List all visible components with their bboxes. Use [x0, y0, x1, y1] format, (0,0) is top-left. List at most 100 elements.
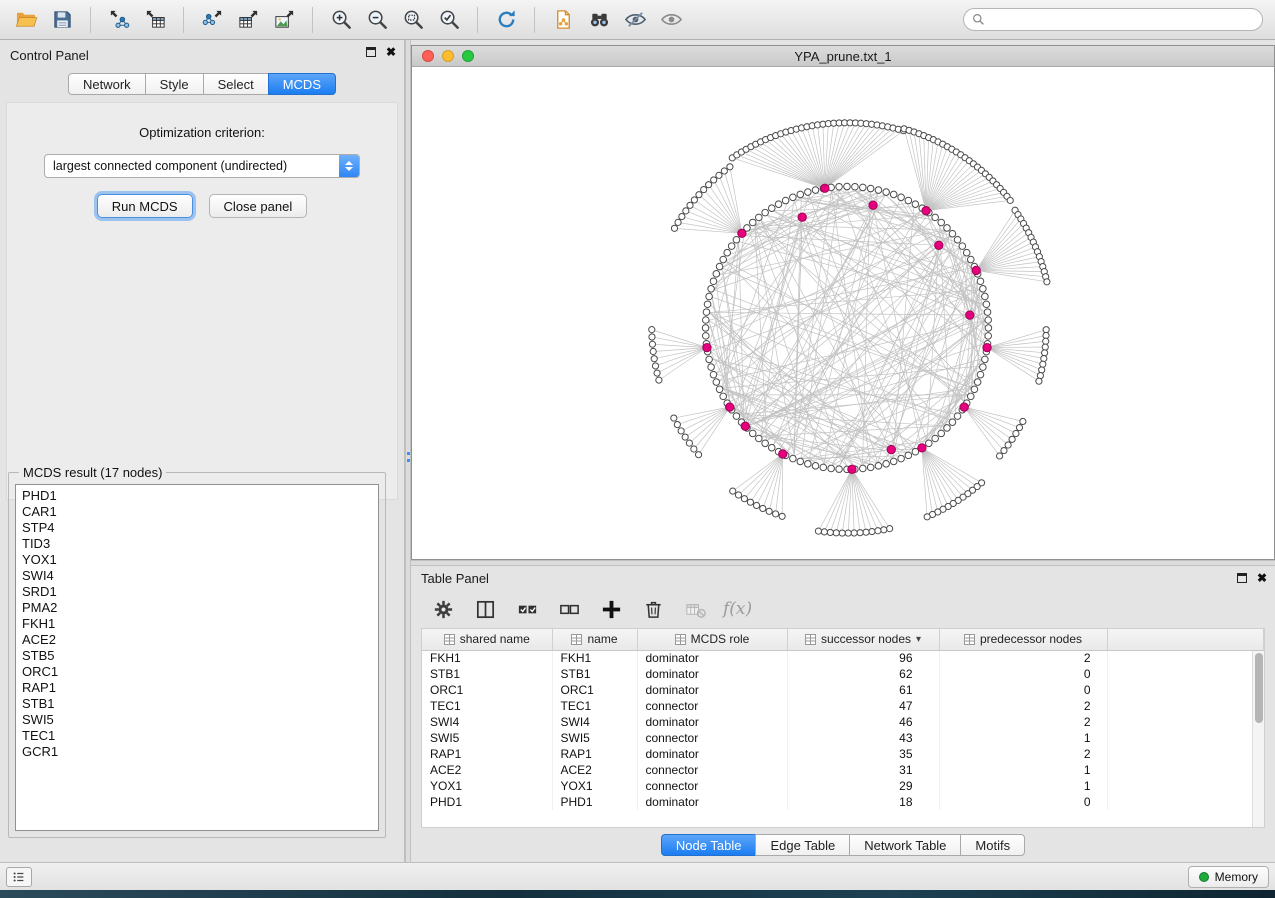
- refresh-view-button[interactable]: [488, 4, 524, 36]
- network-graph[interactable]: [412, 67, 1274, 559]
- export-image-button[interactable]: [266, 4, 302, 36]
- table-row[interactable]: TEC1TEC1connector472: [422, 698, 1264, 714]
- table-cell: 62: [787, 666, 939, 682]
- zoom-in-button[interactable]: [323, 4, 359, 36]
- table-row[interactable]: FKH1FKH1dominator962: [422, 650, 1264, 666]
- table-bottom-tabs: Node TableEdge TableNetwork TableMotifs: [411, 834, 1275, 856]
- table-cell: dominator: [637, 666, 787, 682]
- table-header-row: shared namenameMCDS rolesuccessor nodes▾…: [422, 629, 1264, 650]
- select-all-button[interactable]: [509, 593, 545, 625]
- mcds-result-item[interactable]: STP4: [22, 520, 372, 536]
- zoom-out-button[interactable]: [359, 4, 395, 36]
- network-window-titlebar[interactable]: YPA_prune.txt_1: [412, 46, 1274, 67]
- mcds-result-list[interactable]: PHD1CAR1STP4TID3YOX1SWI4SRD1PMA2FKH1ACE2…: [15, 484, 379, 831]
- function-builder-button[interactable]: f(x): [719, 599, 752, 619]
- add-row-button[interactable]: [593, 593, 629, 625]
- table-cell: 2: [939, 650, 1107, 666]
- open-file-button[interactable]: [8, 4, 44, 36]
- column-header-MCDS-role[interactable]: MCDS role: [637, 629, 787, 650]
- save-icon: [51, 8, 74, 31]
- export-table-button[interactable]: [230, 4, 266, 36]
- table-row[interactable]: SWI4SWI4dominator462: [422, 714, 1264, 730]
- show-columns-button[interactable]: [467, 593, 503, 625]
- table-row[interactable]: ACE2ACE2connector311: [422, 762, 1264, 778]
- tab-node-table[interactable]: Node Table: [661, 834, 757, 856]
- zoom-selected-button[interactable]: [431, 4, 467, 36]
- mcds-result-item[interactable]: ORC1: [22, 664, 372, 680]
- status-list-button[interactable]: [6, 867, 32, 887]
- mcds-result-item[interactable]: ACE2: [22, 632, 372, 648]
- unselect-all-button[interactable]: [551, 593, 587, 625]
- search-input[interactable]: [985, 13, 1254, 27]
- tab-edge-table[interactable]: Edge Table: [755, 834, 850, 856]
- tab-motifs[interactable]: Motifs: [960, 834, 1025, 856]
- close-panel-button[interactable]: Close panel: [209, 194, 308, 218]
- column-header-shared-name[interactable]: shared name: [422, 629, 552, 650]
- tab-network[interactable]: Network: [68, 73, 146, 95]
- float-panel-icon[interactable]: [1237, 573, 1247, 583]
- import-table-button[interactable]: [137, 4, 173, 36]
- memory-status-icon: [1199, 872, 1209, 882]
- float-panel-icon[interactable]: [366, 47, 376, 57]
- table-row[interactable]: RAP1RAP1dominator352: [422, 746, 1264, 762]
- show-hide-graphics-button[interactable]: [617, 4, 653, 36]
- table-scrollbar[interactable]: [1252, 651, 1264, 827]
- scrollbar-thumb[interactable]: [1255, 653, 1263, 723]
- mcds-result-item[interactable]: GCR1: [22, 744, 372, 760]
- mcds-result-item[interactable]: FKH1: [22, 616, 372, 632]
- tab-mcds[interactable]: MCDS: [268, 73, 336, 95]
- delete-rows-button[interactable]: [635, 593, 671, 625]
- table-cell: 35: [787, 746, 939, 762]
- tab-network-table[interactable]: Network Table: [849, 834, 961, 856]
- table-settings-button[interactable]: [425, 593, 461, 625]
- mcds-result-item[interactable]: PHD1: [22, 488, 372, 504]
- export-network-button[interactable]: [194, 4, 230, 36]
- zoom-out-icon: [366, 8, 389, 31]
- dropdown-stepper-icon: [339, 155, 359, 177]
- column-header-successor-nodes[interactable]: successor nodes▾: [787, 629, 939, 650]
- save-session-button[interactable]: [44, 4, 80, 36]
- clone-network-button[interactable]: [545, 4, 581, 36]
- mcds-result-item[interactable]: TID3: [22, 536, 372, 552]
- run-mcds-button[interactable]: Run MCDS: [97, 194, 193, 218]
- show-view-button[interactable]: [653, 4, 689, 36]
- network-canvas[interactable]: [412, 67, 1274, 559]
- memory-button[interactable]: Memory: [1188, 866, 1269, 888]
- column-header-name[interactable]: name: [552, 629, 637, 650]
- search-network-button[interactable]: [581, 4, 617, 36]
- select-all-icon: [516, 598, 539, 621]
- toolbar-separator: [312, 7, 313, 33]
- close-panel-icon[interactable]: ✖: [1257, 573, 1267, 583]
- mcds-result-item[interactable]: STB5: [22, 648, 372, 664]
- table-cell: 46: [787, 714, 939, 730]
- mcds-result-item[interactable]: SRD1: [22, 584, 372, 600]
- table-row[interactable]: YOX1YOX1connector291: [422, 778, 1264, 794]
- list-icon: [12, 870, 26, 884]
- import-network-button[interactable]: [101, 4, 137, 36]
- mcds-result-item[interactable]: SWI4: [22, 568, 372, 584]
- mcds-result-item[interactable]: TEC1: [22, 728, 372, 744]
- mcds-result-item[interactable]: PMA2: [22, 600, 372, 616]
- table-row[interactable]: PHD1PHD1dominator180: [422, 794, 1264, 810]
- close-panel-icon[interactable]: ✖: [386, 47, 396, 57]
- table-row[interactable]: STB1STB1dominator620: [422, 666, 1264, 682]
- network-view-window: YPA_prune.txt_1: [411, 45, 1275, 560]
- table-cell: connector: [637, 698, 787, 714]
- table-row[interactable]: SWI5SWI5connector431: [422, 730, 1264, 746]
- column-header-predecessor-nodes[interactable]: predecessor nodes: [939, 629, 1107, 650]
- mcds-result-item[interactable]: SWI5: [22, 712, 372, 728]
- table-cell: SWI5: [552, 730, 637, 746]
- optimization-criterion-dropdown[interactable]: largest connected component (undirected): [44, 154, 360, 178]
- table-cell-filler: [1107, 666, 1264, 682]
- mcds-result-item[interactable]: CAR1: [22, 504, 372, 520]
- search-field[interactable]: [963, 8, 1263, 31]
- mcds-result-item[interactable]: YOX1: [22, 552, 372, 568]
- zoom-in-icon: [330, 8, 353, 31]
- mcds-result-item[interactable]: STB1: [22, 696, 372, 712]
- zoom-fit-button[interactable]: [395, 4, 431, 36]
- tab-select[interactable]: Select: [203, 73, 269, 95]
- tab-style[interactable]: Style: [145, 73, 204, 95]
- table-cell: 1: [939, 762, 1107, 778]
- table-row[interactable]: ORC1ORC1dominator610: [422, 682, 1264, 698]
- mcds-result-item[interactable]: RAP1: [22, 680, 372, 696]
